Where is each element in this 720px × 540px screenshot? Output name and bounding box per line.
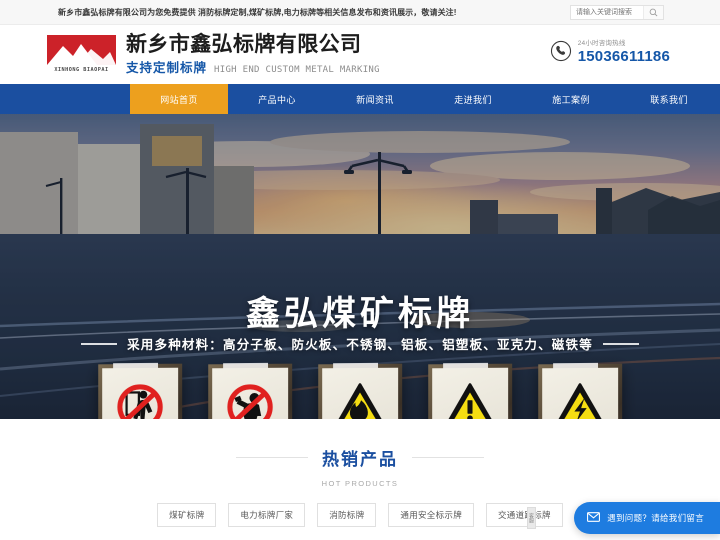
nav-item-contact[interactable]: 联系我们: [620, 84, 718, 114]
search-box[interactable]: [570, 5, 664, 20]
sign-gallery: 无许可 禁止入内 禁止酒后上岗: [0, 363, 720, 419]
category-tab-general-safety[interactable]: 通用安全标示牌: [388, 503, 474, 527]
category-tab-traffic[interactable]: 交通道路标牌: [486, 503, 563, 527]
hotline-number: 15036611186: [577, 48, 670, 65]
nav-item-news[interactable]: 新闻资讯: [326, 84, 424, 114]
search-input[interactable]: [571, 6, 643, 19]
nav-item-products[interactable]: 产品中心: [228, 84, 326, 114]
envelope-icon: [587, 509, 601, 527]
section-rule-right: [412, 457, 484, 458]
nav-item-cases[interactable]: 施工案例: [522, 84, 620, 114]
section-subtitle: HOT PRODUCTS: [321, 479, 399, 488]
sign-plate[interactable]: 禁止酒后上岗: [208, 363, 293, 419]
sign-plate[interactable]: 当心触电: [538, 363, 623, 419]
warning-electric-icon: [552, 379, 608, 419]
category-tab-coal-mine[interactable]: 煤矿标牌: [157, 503, 217, 527]
top-notice-text: 新乡市鑫弘标牌有限公司为您免费提供 消防标牌定制,煤矿标牌,电力标牌等相关信息发…: [58, 7, 457, 17]
no-drinking-icon: [222, 379, 278, 419]
category-tab-power[interactable]: 电力标牌厂家: [228, 503, 306, 527]
logo[interactable]: XINHONG BIAOPAI 新乡市鑫弘标牌有限公司 支持定制标牌 HIGH …: [47, 33, 380, 76]
hero-subtitle-row: 采用多种材料：高分子板、防火板、不锈钢、铝板、铝塑板、亚克力、磁铁等: [0, 334, 720, 353]
search-button[interactable]: [643, 6, 663, 19]
main-nav: 网站首页 产品中心 新闻资讯 走进我们 施工案例 联系我们: [0, 84, 720, 114]
sign-plate[interactable]: 当心火灾: [318, 363, 403, 419]
sign-plate[interactable]: 注意安全: [428, 363, 513, 419]
sign-plate[interactable]: 无许可 禁止入内: [98, 363, 183, 419]
section-title: 热销产品: [322, 450, 398, 469]
nav-item-about[interactable]: 走进我们: [424, 84, 522, 114]
company-name: 新乡市鑫弘标牌有限公司: [126, 33, 362, 56]
nav-item-home[interactable]: 网站首页: [130, 84, 228, 114]
hero-dash-right: [602, 342, 639, 345]
slogan-en: HIGH END CUSTOM METAL MARKING: [214, 65, 380, 75]
hotline-label: 24小时咨询热线: [577, 40, 626, 47]
logo-pinyin: XINHONG BIAOPAI: [54, 66, 109, 73]
category-tab-fire[interactable]: 消防标牌: [317, 503, 377, 527]
no-entry-person-icon: [112, 379, 168, 419]
search-icon: [649, 8, 658, 17]
warning-fire-icon: [332, 379, 388, 419]
hero-dash-left: [81, 342, 118, 345]
logo-text-block: 新乡市鑫弘标牌有限公司 支持定制标牌 HIGH END CUSTOM METAL…: [126, 33, 380, 76]
hotline: 24小时咨询热线 15036611186: [550, 37, 670, 65]
warning-exclamation-icon: [442, 379, 498, 419]
top-notice-bar: 新乡市鑫弘标牌有限公司为您免费提供 消防标牌定制,煤矿标牌,电力标牌等相关信息发…: [0, 0, 720, 25]
hero-banner: 鑫弘煤矿标牌 采用多种材料：高分子板、防火板、不锈钢、铝板、铝塑板、亚克力、磁铁…: [0, 114, 720, 419]
section-rule-left: [236, 457, 308, 458]
site-header: XINHONG BIAOPAI 新乡市鑫弘标牌有限公司 支持定制标牌 HIGH …: [0, 25, 720, 84]
mountain-logo-icon: [47, 34, 116, 65]
chat-side-tab[interactable]: 客服: [527, 507, 536, 529]
hero-title: 鑫弘煤矿标牌: [246, 295, 474, 333]
slogan-cn: 支持定制标牌: [126, 61, 208, 75]
chat-label: 遇到问题？请给我们留言: [607, 513, 704, 523]
logo-mark: XINHONG BIAOPAI: [47, 34, 116, 75]
phone-icon: [550, 40, 572, 62]
hero-subtitle: 采用多种材料：高分子板、防火板、不锈钢、铝板、铝塑板、亚克力、磁铁等: [127, 338, 593, 352]
chat-message-button[interactable]: 遇到问题？请给我们留言: [574, 502, 720, 534]
